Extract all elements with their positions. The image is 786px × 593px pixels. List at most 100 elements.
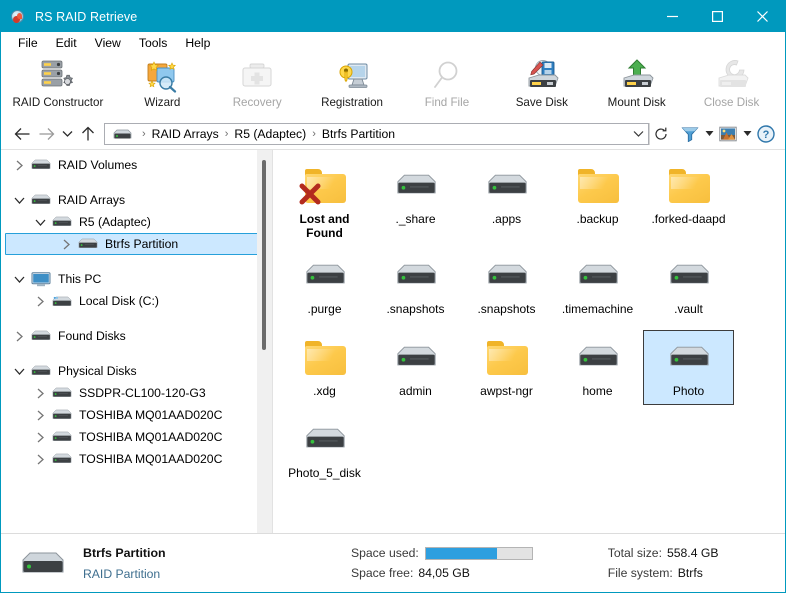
chevron-right-icon[interactable] [58, 236, 74, 252]
recent-locations-button[interactable] [58, 122, 76, 146]
file-item-label: .snapshots [477, 302, 535, 316]
chevron-right-icon[interactable] [32, 429, 48, 445]
breadcrumb-btrfs-partition[interactable]: Btrfs Partition [321, 127, 396, 141]
toolbar-registration-label: Registration [321, 96, 383, 109]
file-item-label: awpst-ngr [480, 384, 533, 398]
menu-file[interactable]: File [9, 33, 47, 53]
chevron-down-icon[interactable] [11, 271, 27, 287]
sidebar-item-physical-disks[interactable]: Physical Disks [1, 360, 272, 382]
file-list-panel: Lost and Found._share.apps .backup .forked… [273, 150, 785, 533]
menu-view[interactable]: View [86, 33, 130, 53]
file-item[interactable]: ._share [370, 158, 461, 241]
file-item-label: home [582, 384, 612, 398]
total-size-label: Total size: [608, 546, 662, 560]
file-item[interactable]: home [552, 330, 643, 405]
chevron-right-icon[interactable] [32, 293, 48, 309]
sidebar-item-local-disk-c[interactable]: Local Disk (C:) [1, 290, 272, 312]
chevron-right-icon[interactable] [32, 451, 48, 467]
drive-icon [301, 420, 349, 462]
status-space-used-row: Space used: [351, 543, 533, 563]
breadcrumb-raid-arrays[interactable]: RAID Arrays [151, 127, 220, 141]
file-item[interactable]: .timemachine [552, 248, 643, 323]
refresh-button[interactable] [649, 123, 672, 145]
chevron-down-icon[interactable] [11, 363, 27, 379]
file-item[interactable]: .purge [279, 248, 370, 323]
file-item[interactable]: .apps [461, 158, 552, 241]
sidebar-tree-panel: RAID Volumes RAID ArraysR5 (Adaptec)Btrfs… [1, 150, 272, 533]
address-dropdown-chevron-down-icon[interactable] [628, 130, 648, 138]
sidebar-item-r5-adaptec[interactable]: R5 (Adaptec) [1, 211, 272, 233]
file-item[interactable]: awpst-ngr [461, 330, 552, 405]
file-item[interactable]: .xdg [279, 330, 370, 405]
file-item[interactable]: admin [370, 330, 461, 405]
address-input[interactable]: › RAID Arrays › R5 (Adaptec) › Btrfs Par… [104, 123, 649, 145]
toolbar-raid-constructor-button[interactable]: RAID Constructor [1, 56, 115, 109]
drive-icon [301, 256, 349, 298]
folder-icon [665, 166, 713, 208]
breadcrumb-r5-adaptec[interactable]: R5 (Adaptec) [233, 127, 307, 141]
preview-image-icon[interactable] [716, 122, 740, 146]
sidebar-item-ssdpr-cl100-120-g3[interactable]: SSDPR-CL100-120-G3 [1, 382, 272, 404]
sidebar-scrollbar[interactable] [257, 150, 272, 533]
file-item-label: .backup [576, 212, 618, 226]
drive-icon [31, 158, 51, 172]
sidebar-item-toshiba-mq01aad020c[interactable]: TOSHIBA MQ01AAD020C [1, 404, 272, 426]
mount-disk-icon [619, 59, 655, 93]
file-item[interactable]: .forked-daapd [643, 158, 734, 241]
toolbar-find-file-button[interactable]: Find File [399, 56, 494, 109]
chevron-right-icon[interactable] [32, 385, 48, 401]
drive-icon [52, 215, 72, 229]
file-item[interactable]: .snapshots [461, 248, 552, 323]
file-item[interactable]: .vault [643, 248, 734, 323]
view-dropdown-chevron-down-icon[interactable] [740, 122, 754, 146]
menu-bar: File Edit View Tools Help [1, 32, 785, 54]
filter-dropdown-chevron-down-icon[interactable] [702, 122, 716, 146]
help-question-icon[interactable]: ? [754, 122, 778, 146]
file-item[interactable]: .backup [552, 158, 643, 241]
app-globe-icon [10, 9, 26, 25]
sidebar-item-this-pc[interactable]: This PC [1, 268, 272, 290]
close-disk-icon [714, 59, 750, 93]
back-button[interactable] [10, 122, 34, 146]
toolbar-recovery-button[interactable]: Recovery [210, 56, 305, 109]
sidebar-item-raid-volumes[interactable]: RAID Volumes [1, 154, 272, 176]
minimize-button[interactable] [650, 1, 695, 32]
space-used-label: Space used: [351, 546, 419, 560]
chevron-down-icon[interactable] [32, 214, 48, 230]
folder-lost-found-icon [301, 166, 349, 208]
breadcrumb-drive-icon [113, 128, 132, 140]
file-item-label: .timemachine [562, 302, 633, 316]
local-disk-icon [52, 294, 72, 308]
filter-funnel-icon[interactable] [678, 122, 702, 146]
sidebar-item-label: This PC [58, 272, 101, 286]
space-free-value: 84,05 GB [418, 566, 470, 580]
sidebar-scrollbar-thumb[interactable] [262, 160, 266, 350]
toolbar-wizard-button[interactable]: Wizard [115, 56, 210, 109]
file-item-label: .xdg [313, 384, 336, 398]
sidebar-item-toshiba-mq01aad020c[interactable]: TOSHIBA MQ01AAD020C [1, 448, 272, 470]
forward-button[interactable] [34, 122, 58, 146]
file-item[interactable]: Lost and Found [279, 158, 370, 241]
chevron-down-icon[interactable] [11, 192, 27, 208]
status-space-free-row: Space free: 84,05 GB [351, 563, 533, 583]
chevron-right-icon[interactable] [32, 407, 48, 423]
menu-tools[interactable]: Tools [130, 33, 176, 53]
sidebar-item-found-disks[interactable]: Found Disks [1, 325, 272, 347]
sidebar-item-raid-arrays[interactable]: RAID Arrays [1, 189, 272, 211]
toolbar-close-disk-button[interactable]: Close Disk [684, 56, 779, 109]
toolbar-registration-button[interactable]: Registration [305, 56, 400, 109]
file-item[interactable]: Photo [643, 330, 734, 405]
file-item[interactable]: Photo_5_disk [279, 412, 370, 487]
maximize-button[interactable] [695, 1, 740, 32]
toolbar-save-disk-button[interactable]: Save Disk [494, 56, 589, 109]
menu-edit[interactable]: Edit [47, 33, 86, 53]
up-button[interactable] [76, 122, 100, 146]
sidebar-item-toshiba-mq01aad020c[interactable]: TOSHIBA MQ01AAD020C [1, 426, 272, 448]
chevron-right-icon[interactable] [11, 157, 27, 173]
menu-help[interactable]: Help [176, 33, 219, 53]
sidebar-item-btrfs-partition[interactable]: Btrfs Partition [5, 233, 263, 255]
file-item[interactable]: .snapshots [370, 248, 461, 323]
toolbar-mount-disk-button[interactable]: Mount Disk [589, 56, 684, 109]
close-button[interactable] [740, 1, 785, 32]
chevron-right-icon[interactable] [11, 328, 27, 344]
